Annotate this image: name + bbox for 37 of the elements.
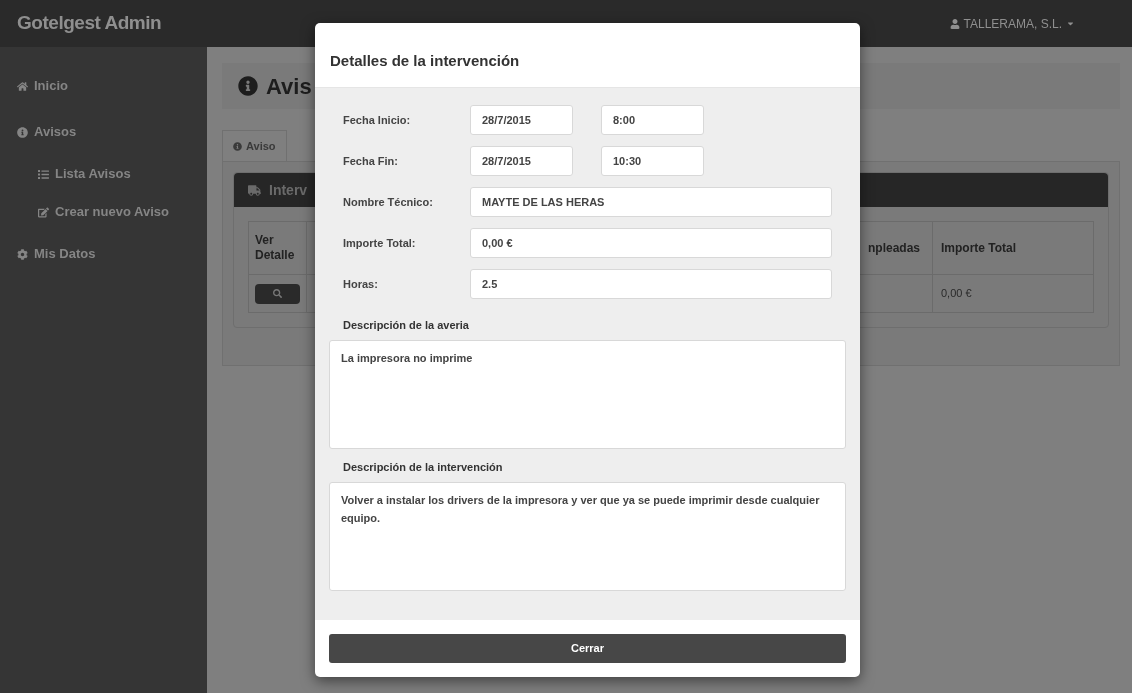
text-field[interactable]: 8:00 <box>601 105 704 135</box>
modal-title: Detalles de la intervención <box>330 51 520 72</box>
field-label: Horas: <box>342 276 379 292</box>
column-header: Ver Detalle <box>249 222 307 274</box>
field-label: Fecha Inicio: <box>342 112 412 128</box>
field-label: Importe Total: <box>342 235 417 251</box>
close-button[interactable]: Cerrar <box>329 634 846 663</box>
truck-icon <box>248 183 261 197</box>
text-field[interactable]: 28/7/2015 <box>470 146 573 176</box>
text-field[interactable]: 0,00 € <box>470 228 832 258</box>
field-label: Fecha Fin: <box>342 153 399 169</box>
text-area[interactable]: La impresora no imprime <box>329 340 846 449</box>
section-label: Descripción de la intervención <box>342 459 504 475</box>
text-area[interactable]: Volver a instalar los drivers de la impresora y ver que ya se puede imprimir desde cualquier equipo. <box>329 482 846 591</box>
home-icon <box>17 80 28 92</box>
edit-icon <box>38 206 49 218</box>
list-icon <box>38 168 49 180</box>
column-header: Importe Total <box>940 240 1018 257</box>
brand-title[interactable]: Gotelgest Admin <box>17 9 162 38</box>
table-cell: 0,00 € <box>933 274 1093 312</box>
info-icon <box>238 76 258 96</box>
section-label: Descripción de la averia <box>342 317 470 333</box>
info-icon <box>233 141 242 151</box>
panel-title: Interv <box>269 180 308 200</box>
info-icon <box>17 126 28 138</box>
view-detail-button[interactable] <box>255 283 300 304</box>
caret-icon <box>1066 19 1075 28</box>
field-label: Nombre Técnico: <box>342 194 434 210</box>
text-field[interactable]: 10:30 <box>601 146 704 176</box>
user-menu[interactable]: TALLERAMA, S.L. <box>949 14 1075 33</box>
page-heading: Avis <box>266 72 312 101</box>
text-field[interactable]: 28/7/2015 <box>470 105 573 135</box>
user-icon <box>949 18 960 29</box>
gear-icon <box>17 248 28 260</box>
text-field[interactable]: 2.5 <box>470 269 832 299</box>
text-field[interactable]: MAYTE DE LAS HERAS <box>470 187 832 217</box>
search-icon <box>273 289 282 298</box>
